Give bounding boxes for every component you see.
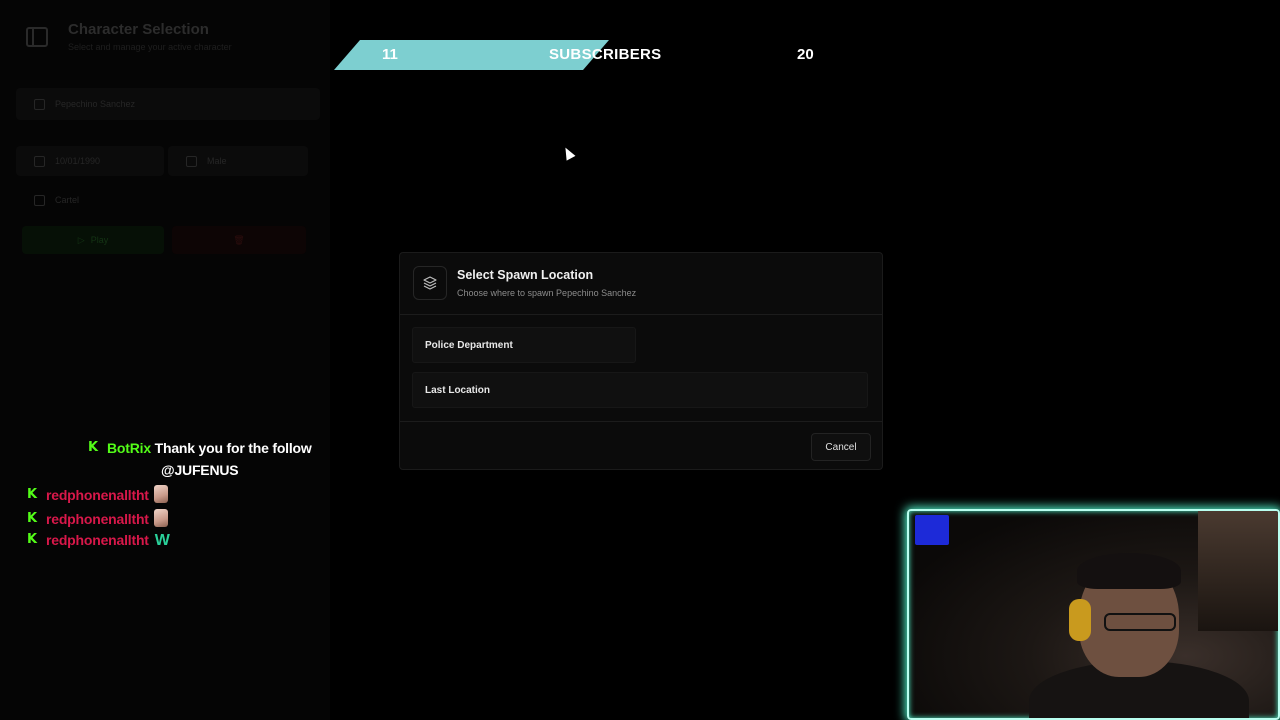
kick-icon [27,511,38,526]
subscriber-label: SUBSCRIBERS [549,46,662,63]
streamer-hair [1077,553,1181,589]
calendar-icon [34,155,45,167]
chat-message: redphonenalltht W [27,532,170,550]
play-button[interactable]: ▷ Play [22,226,164,254]
chat-message: BotRix Thank you for the follow [88,440,312,456]
character-name: Pepechino Sanchez [55,99,136,109]
subscriber-goal: 20 [797,46,814,63]
chat-username: redphonenalltht [46,511,149,527]
spawn-location-dialog: Select Spawn Location Choose where to sp… [399,252,883,470]
glasses-icon [1104,613,1176,631]
subscriber-count: 11 [382,46,398,63]
gender-field: Male [168,146,308,176]
face-emote-icon [153,485,168,503]
dialog-header: Select Spawn Location Choose where to sp… [400,253,882,315]
character-panel: Character Selection Select and manage yo… [0,0,330,720]
delete-button[interactable]: 🗑 [172,226,306,254]
mouse-cursor-icon [561,145,576,161]
subscriber-goal-bar: 11 SUBSCRIBERS 20 [334,40,834,70]
kick-icon [88,440,99,455]
play-icon: ▷ [77,234,85,245]
gender-value: Male [207,156,227,166]
play-label: Play [90,235,109,245]
trash-icon: 🗑 [233,234,245,245]
chat-username: redphonenalltht [46,532,149,548]
chat-username: BotRix [107,440,151,456]
gender-icon [186,155,197,167]
webcam-overlay [907,509,1280,720]
chat-message: redphonenalltht [27,485,168,503]
spawn-option-last-location[interactable]: Last Location [412,372,868,408]
user-icon [34,98,45,110]
headset-icon [1069,599,1091,641]
panel-title: Character Selection [68,21,209,38]
dob-value: 10/01/1990 [55,156,101,166]
dialog-divider [400,421,882,422]
dialog-title: Select Spawn Location [457,268,594,282]
kick-icon [27,532,38,547]
briefcase-icon [34,194,45,206]
job-field: Cartel [16,186,164,214]
panel-subtitle: Select and manage your active character [68,42,232,52]
overlay-badge-icon [915,515,949,545]
kick-icon [27,487,38,502]
face-emote-icon [153,509,168,527]
chat-message: redphonenalltht [27,509,168,527]
chat-text: Thank you for the follow [154,440,312,456]
chat-text: W [154,532,170,549]
sidebar-toggle-icon[interactable] [26,27,48,47]
background-wall [1198,511,1278,631]
dialog-subtitle: Choose where to spawn Pepechino Sanchez [457,288,637,298]
dob-field: 10/01/1990 [16,146,164,176]
layers-icon [413,266,447,300]
job-value: Cartel [55,195,80,205]
chat-text-continued: @JUFENUS [161,462,239,478]
spawn-option-police-department[interactable]: Police Department [412,327,636,363]
cancel-button[interactable]: Cancel [811,433,871,461]
character-name-field[interactable]: Pepechino Sanchez [16,88,320,120]
chat-username: redphonenalltht [46,487,149,503]
